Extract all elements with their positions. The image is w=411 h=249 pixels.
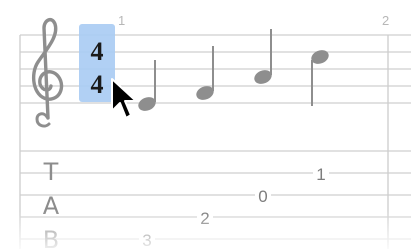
fret-number-2[interactable]: 0 — [258, 187, 267, 206]
time-signature-numerator[interactable]: 4 — [91, 37, 104, 66]
measure-number-1: 1 — [118, 13, 125, 28]
note-3[interactable] — [252, 29, 274, 86]
notation-staff — [20, 34, 411, 104]
measure-number-2: 2 — [382, 13, 389, 28]
note-1[interactable] — [136, 60, 158, 113]
note-4[interactable] — [309, 48, 331, 106]
time-signature-denominator[interactable]: 4 — [91, 70, 104, 99]
note-2[interactable] — [194, 46, 216, 102]
tab-label-t: T — [43, 158, 59, 186]
score-canvas[interactable]: 1 2 4 4 T A B 1 0 2 3 — [0, 0, 411, 249]
arrow-cursor-icon — [111, 78, 137, 119]
bottom-fade — [0, 210, 411, 249]
fret-number-1[interactable]: 1 — [316, 165, 325, 184]
